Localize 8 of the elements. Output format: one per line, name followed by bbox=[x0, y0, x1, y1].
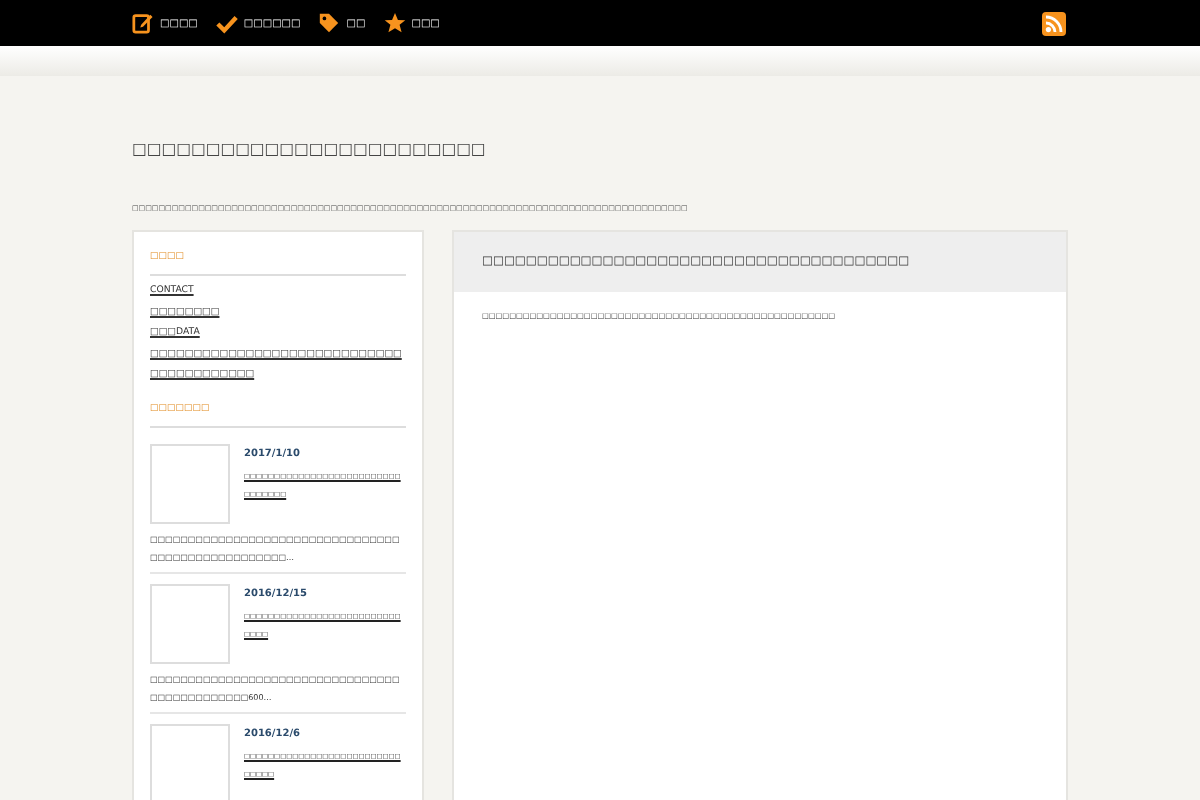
thumbnail-placeholder[interactable] bbox=[150, 583, 230, 663]
check-icon bbox=[215, 13, 238, 33]
thumbnail-placeholder[interactable] bbox=[150, 723, 230, 800]
star-icon bbox=[383, 12, 406, 34]
edit-icon bbox=[132, 12, 154, 34]
tag-icon bbox=[318, 12, 341, 34]
thumbnail-placeholder[interactable] bbox=[150, 443, 230, 523]
rss-icon[interactable] bbox=[1042, 11, 1066, 35]
